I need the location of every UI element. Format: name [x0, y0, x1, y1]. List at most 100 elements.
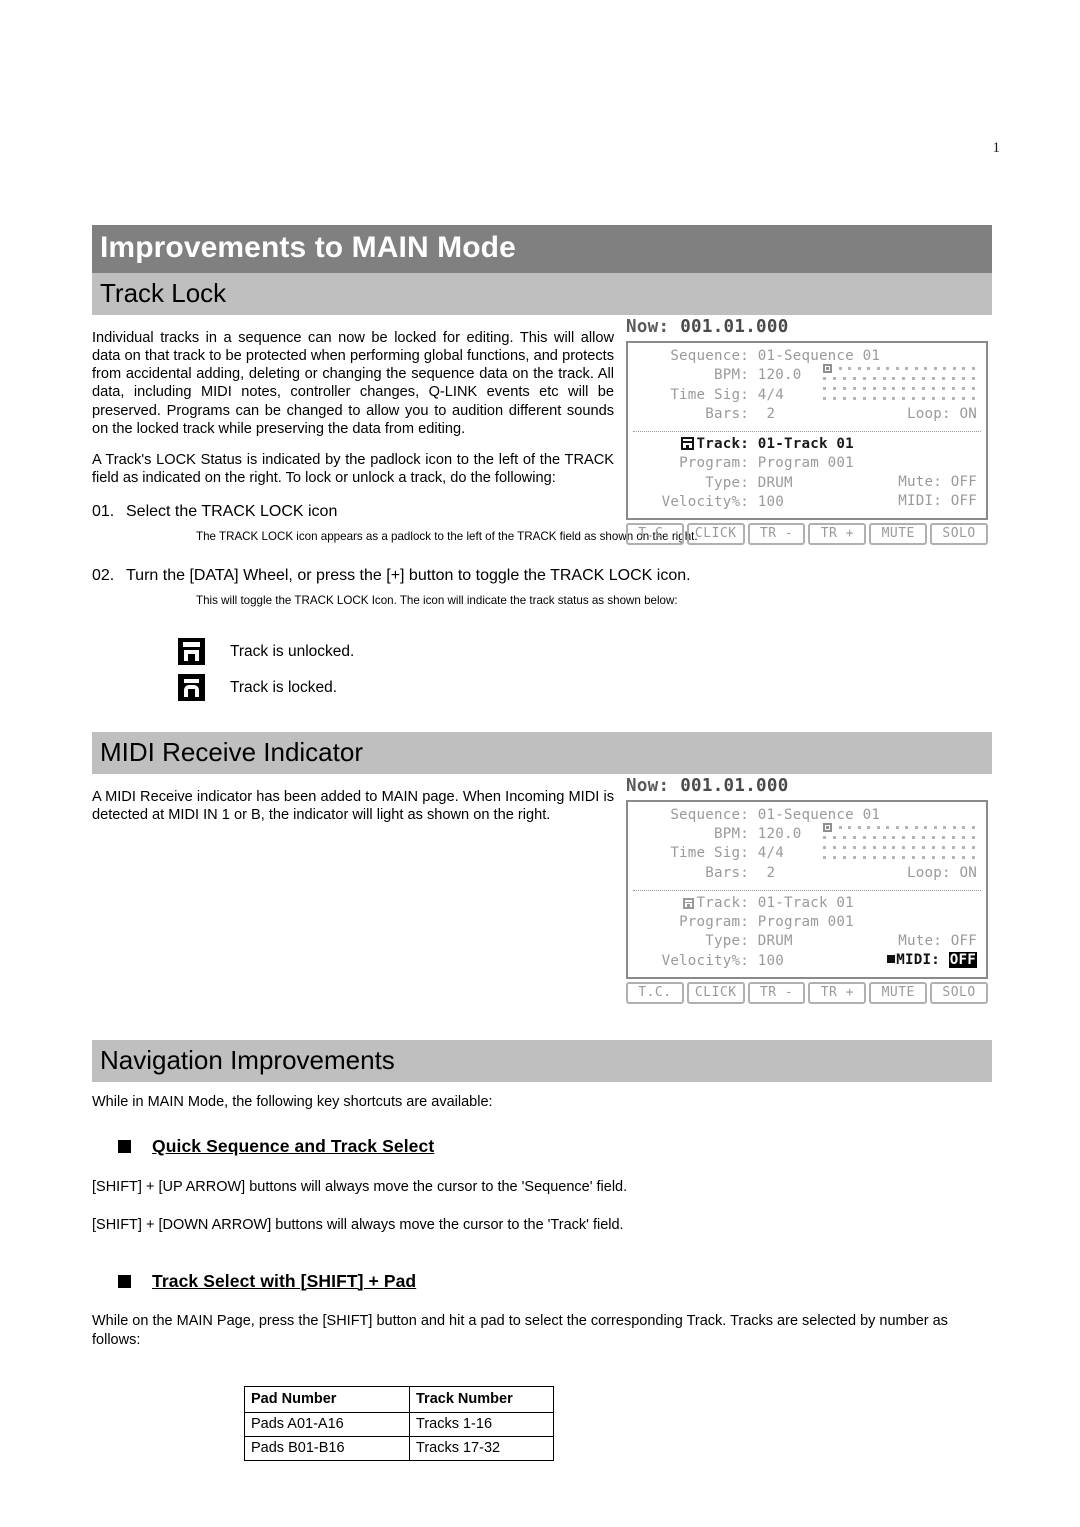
lcd2-mute-row: Mute: OFF — [898, 932, 977, 951]
step-01-text: Select the TRACK LOCK icon — [126, 502, 338, 520]
track-lock-body: Individual tracks in a sequence can now … — [92, 329, 614, 488]
soft-button-tr-plus[interactable]: TR + — [808, 522, 867, 545]
document-content: Improvements to MAIN Mode Track Lock Ind… — [92, 225, 992, 1461]
lcd-screen-track-lock: Now: 001.01.000 Sequence: 01-Sequence 01… — [626, 317, 988, 545]
track-select-paragraph: While on the MAIN Page, press the [SHIFT… — [92, 1312, 948, 1348]
subheading-track-select: Track Select with [SHIFT] + Pad — [118, 1271, 992, 1292]
lcd1-pane-divider — [633, 430, 981, 432]
section-heading-midi-receive: MIDI Receive Indicator — [92, 731, 992, 774]
lcd-screen-midi-receive: Now: 001.01.000 Sequence: 01-Sequence 01… — [626, 776, 988, 1004]
lcd2-midi-label: MIDI: — [896, 951, 941, 968]
lcd2-mute-value: OFF — [950, 932, 977, 949]
lcd2-bars-value: 2 — [766, 864, 776, 881]
document-page: 1 Improvements to MAIN Mode Track Lock I… — [0, 0, 1080, 1527]
lcd2-track-value: 01-Track 01 — [757, 894, 854, 911]
table-header-row: Pad Number Track Number — [244, 1385, 554, 1413]
step-01-number: 01. — [92, 502, 115, 520]
legend-row-unlocked: Track is unlocked. — [92, 634, 992, 670]
lcd2-pane-divider — [633, 889, 981, 891]
lcd2-track-label: Track: — [696, 894, 749, 911]
lcd1-bpm-value: 120.0 — [757, 367, 802, 384]
lcd1-upper-pane: Sequence: 01-Sequence 01 BPM: 120.0 Time… — [633, 347, 981, 430]
lcd2-loop-value: ON — [959, 864, 977, 881]
lcd2-bpm-label: BPM: — [714, 825, 749, 842]
step-02-text: Turn the [DATA] Wheel, or press the [+] … — [126, 566, 691, 584]
lcd1-mute-value: OFF — [950, 473, 977, 490]
lcd1-bpm-label: BPM: — [714, 367, 749, 384]
lcd2-now-label: Now: — [626, 775, 670, 796]
soft-button-tr-plus-2[interactable]: TR + — [808, 981, 867, 1004]
lcd1-type-label: Type: — [705, 474, 749, 491]
lcd2-program-label: Program: — [679, 913, 749, 930]
lcd1-now-line: Now: 001.01.000 — [626, 317, 988, 337]
lcd2-sequence-dot-grid — [823, 822, 975, 866]
lcd2-sequence-value: 01-Sequence 01 — [757, 806, 881, 823]
lcd1-program-value: Program 001 — [757, 455, 854, 472]
soft-button-click-2[interactable]: CLICK — [686, 981, 745, 1004]
lcd1-loop-label: Loop: — [907, 405, 951, 422]
section-heading-track-lock: Track Lock — [92, 272, 992, 315]
lcd1-loop-value: ON — [959, 405, 977, 422]
lcd2-midi-value: OFF — [948, 951, 977, 968]
track-lock-paragraph-1: Individual tracks in a sequence can now … — [92, 329, 614, 437]
lcd2-bpm-value: 120.0 — [757, 825, 802, 842]
lcd1-frame: Sequence: 01-Sequence 01 BPM: 120.0 Time… — [626, 340, 988, 520]
soft-button-tc-2[interactable]: T.C. — [626, 981, 684, 1004]
lcd2-loop-row: Loop: ON — [907, 864, 977, 883]
table-cell-pad-a: Pads A01-A16 — [244, 1411, 410, 1437]
soft-button-click[interactable]: CLICK — [686, 522, 745, 545]
shortcut-up-arrow: [SHIFT] + [UP ARROW] buttons will always… — [92, 1178, 628, 1195]
lcd1-sequence-value: 01-Sequence 01 — [757, 347, 881, 364]
track-lock-padlock-icon-small[interactable] — [682, 897, 694, 909]
lcd1-lower-pane: Track: 01-Track 01 Program: Program 001 … — [633, 435, 981, 515]
lcd1-program-label: Program: — [679, 455, 749, 472]
lcd1-soft-button-row: T.C. CLICK TR - TR + MUTE SOLO — [626, 522, 988, 545]
legend-label-locked: Track is locked. — [230, 678, 338, 696]
lcd1-velocity-value: 100 — [757, 494, 784, 511]
lcd2-midi-row: MIDI: OFF — [887, 951, 977, 970]
lcd1-now-value: 001.01.000 — [680, 316, 789, 337]
soft-button-solo[interactable]: SOLO — [930, 522, 988, 545]
midi-receive-paragraph-1: A MIDI Receive indicator has been added … — [92, 788, 614, 823]
lcd2-now-value: 001.01.000 — [680, 775, 789, 796]
table-header-track-number: Track Number — [409, 1385, 554, 1413]
lcd1-loop-row: Loop: ON — [907, 405, 977, 424]
legend-label-unlocked: Track is unlocked. — [230, 642, 355, 660]
pad-track-mapping-table: Pad Number Track Number Pads A01-A16 Tra… — [244, 1385, 554, 1461]
lcd1-sequence-label: Sequence: — [670, 347, 749, 364]
track-lock-padlock-icon[interactable] — [680, 436, 694, 450]
page-number: 1 — [992, 140, 1001, 156]
section-heading-navigation: Navigation Improvements — [92, 1039, 992, 1082]
page-title: Improvements to MAIN Mode — [92, 225, 992, 273]
lcd1-track-label: Track: — [696, 435, 749, 452]
lcd2-upper-pane: Sequence: 01-Sequence 01 BPM: 120.0 Time… — [633, 806, 981, 889]
table-row: Pads A01-A16 Tracks 1-16 — [244, 1411, 554, 1437]
lcd1-sequence-dot-grid — [823, 363, 975, 407]
lcd1-velocity-label: Velocity%: — [661, 494, 749, 511]
soft-button-tr-minus[interactable]: TR - — [747, 522, 806, 545]
lcd2-program-value: Program 001 — [757, 913, 854, 930]
shortcut-down-arrow: [SHIFT] + [DOWN ARROW] buttons will alwa… — [92, 1216, 624, 1233]
padlock-icon-legend: Track is unlocked. Track is locked. — [92, 634, 992, 706]
subheading-track-select-label: Track Select with [SHIFT] + Pad — [152, 1270, 417, 1291]
subheading-quick-sequence: Quick Sequence and Track Select — [118, 1136, 992, 1157]
lcd2-timesig-value: 4/4 — [757, 845, 784, 862]
soft-button-mute[interactable]: MUTE — [869, 522, 928, 545]
soft-button-solo-2[interactable]: SOLO — [930, 981, 988, 1004]
soft-button-tc[interactable]: T.C. — [626, 522, 684, 545]
lcd1-bars-value: 2 — [766, 406, 776, 423]
padlock-unlocked-icon — [178, 638, 205, 665]
lcd1-timesig-value: 4/4 — [757, 386, 784, 403]
midi-receive-body: A MIDI Receive indicator has been added … — [92, 788, 614, 824]
unlocked-icon-wrap — [178, 638, 218, 665]
soft-button-mute-2[interactable]: MUTE — [869, 981, 928, 1004]
lcd2-type-label: Type: — [705, 933, 749, 950]
square-bullet-icon-2 — [118, 1274, 131, 1288]
lcd2-frame: Sequence: 01-Sequence 01 BPM: 120.0 Time… — [626, 799, 988, 979]
lcd2-type-value: DRUM — [757, 933, 793, 950]
soft-button-tr-minus-2[interactable]: TR - — [747, 981, 806, 1004]
lcd2-loop-label: Loop: — [907, 864, 951, 881]
lcd2-program-row: Program: Program 001 — [633, 913, 981, 932]
lcd1-timesig-label: Time Sig: — [670, 386, 749, 403]
navigation-intro: While in MAIN Mode, the following key sh… — [92, 1093, 493, 1110]
